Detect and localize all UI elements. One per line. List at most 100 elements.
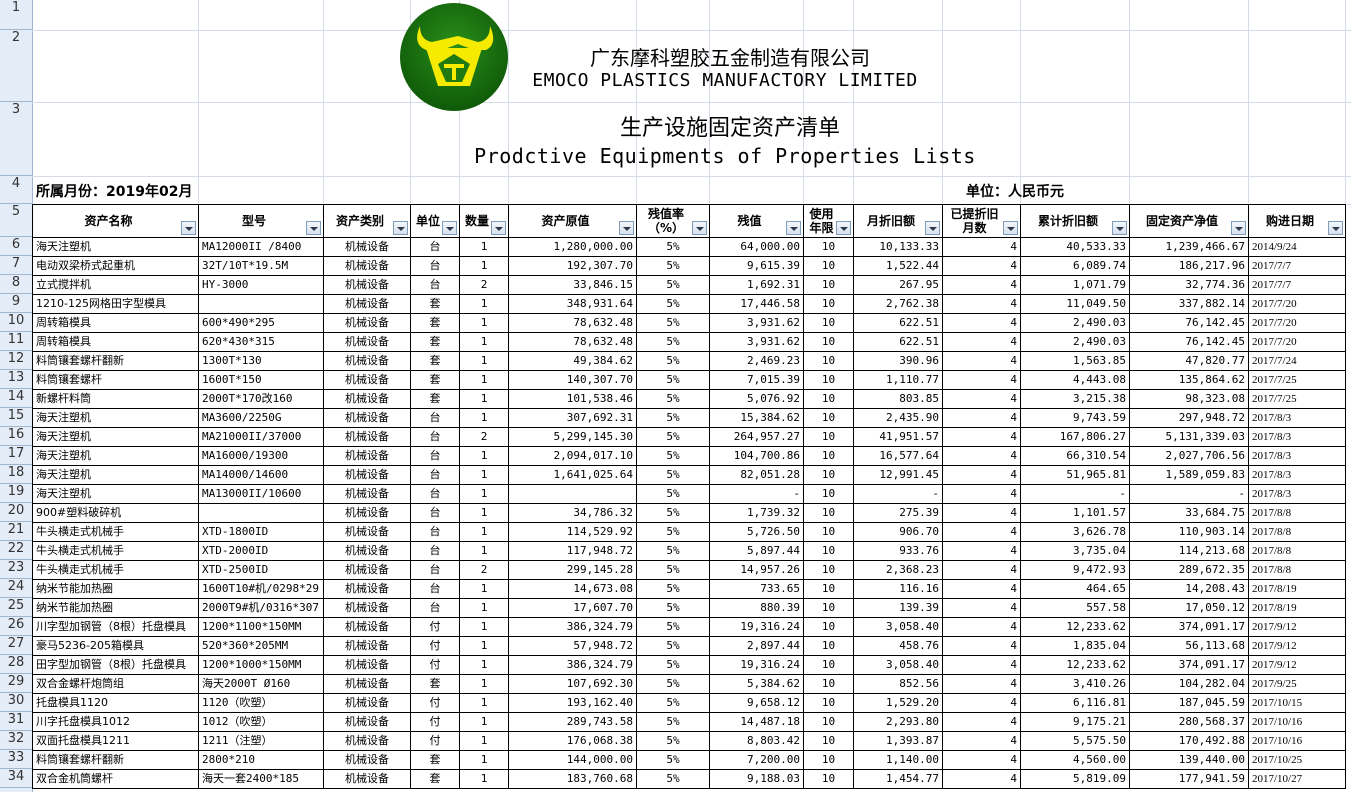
table-cell[interactable]: 116.16	[853, 579, 943, 599]
table-cell[interactable]: 4	[942, 484, 1021, 504]
table-cell[interactable]: 11,049.50	[1020, 294, 1130, 314]
table-cell[interactable]: 1	[459, 237, 509, 257]
table-cell[interactable]: 3,058.40	[853, 617, 943, 637]
table-cell[interactable]: 4	[942, 560, 1021, 580]
table-cell[interactable]: 机械设备	[323, 446, 411, 466]
table-cell[interactable]: 374,091.17	[1129, 617, 1249, 637]
table-cell[interactable]: 台	[410, 465, 460, 485]
table-cell[interactable]: 4	[942, 408, 1021, 428]
table-cell[interactable]: 台	[410, 560, 460, 580]
table-cell[interactable]: 5%	[636, 427, 710, 447]
table-cell[interactable]: 5%	[636, 769, 710, 789]
table-cell[interactable]: 177,941.59	[1129, 769, 1249, 789]
table-cell[interactable]: 114,213.68	[1129, 541, 1249, 561]
table-cell[interactable]: 4	[942, 313, 1021, 333]
table-cell[interactable]: 川字托盘模具1012	[32, 712, 199, 732]
table-cell[interactable]: 4	[942, 636, 1021, 656]
table-cell[interactable]: 台	[410, 275, 460, 295]
table-cell[interactable]: 307,692.31	[508, 408, 637, 428]
table-cell[interactable]: 3,215.38	[1020, 389, 1130, 409]
table-cell[interactable]: 机械设备	[323, 256, 411, 276]
table-cell[interactable]: 机械设备	[323, 351, 411, 371]
table-cell[interactable]: 料筒镶套螺杆翻新	[32, 750, 199, 770]
table-cell[interactable]: -	[1129, 484, 1249, 504]
table-cell[interactable]: 1	[459, 769, 509, 789]
table-cell[interactable]: 套	[410, 674, 460, 694]
table-cell[interactable]: 机械设备	[323, 275, 411, 295]
table-cell[interactable]: 台	[410, 446, 460, 466]
table-cell[interactable]: 1200*1000*150MM	[198, 655, 324, 675]
table-cell[interactable]: 622.51	[853, 313, 943, 333]
table-cell[interactable]: 4	[942, 731, 1021, 751]
table-cell[interactable]: -	[709, 484, 804, 504]
table-cell[interactable]: 600*490*295	[198, 313, 324, 333]
table-cell[interactable]: 17,050.12	[1129, 598, 1249, 618]
table-cell[interactable]: 1	[459, 389, 509, 409]
table-cell[interactable]: 机械设备	[323, 750, 411, 770]
table-cell[interactable]: 豪马5236-205箱模具	[32, 636, 199, 656]
table-cell[interactable]: 2017/7/20	[1248, 313, 1346, 333]
table-cell[interactable]: 5,299,145.30	[508, 427, 637, 447]
table-cell[interactable]: 1210-125网格田字型模具	[32, 294, 199, 314]
table-cell[interactable]: 17,446.58	[709, 294, 804, 314]
table-cell[interactable]: 2017/8/3	[1248, 427, 1346, 447]
table-cell[interactable]: 6,116.81	[1020, 693, 1130, 713]
table-cell[interactable]: 10	[803, 446, 854, 466]
table-cell[interactable]: MA3600/2250G	[198, 408, 324, 428]
table-cell[interactable]: 5,131,339.03	[1129, 427, 1249, 447]
table-cell[interactable]: 4,443.08	[1020, 370, 1130, 390]
table-cell[interactable]: 264,957.27	[709, 427, 804, 447]
table-cell[interactable]: 2017/8/19	[1248, 579, 1346, 599]
table-cell[interactable]: 1	[459, 712, 509, 732]
table-cell[interactable]: 台	[410, 579, 460, 599]
filter-dropdown-icon[interactable]	[181, 221, 196, 235]
table-cell[interactable]: 套	[410, 351, 460, 371]
table-cell[interactable]: 557.58	[1020, 598, 1130, 618]
table-cell[interactable]: 2017/7/7	[1248, 275, 1346, 295]
table-cell[interactable]: 付	[410, 731, 460, 751]
table-cell[interactable]: 机械设备	[323, 237, 411, 257]
table-cell[interactable]: 2017/10/27	[1248, 769, 1346, 789]
table-cell[interactable]: 机械设备	[323, 560, 411, 580]
table-cell[interactable]: 82,051.28	[709, 465, 804, 485]
table-cell[interactable]: 2017/8/8	[1248, 541, 1346, 561]
table-cell[interactable]: 付	[410, 636, 460, 656]
table-cell[interactable]: 10	[803, 427, 854, 447]
table-cell[interactable]: 10	[803, 712, 854, 732]
table-cell[interactable]: 33,684.75	[1129, 503, 1249, 523]
table-cell[interactable]: 托盘模具1120	[32, 693, 199, 713]
table-cell[interactable]: 海天注塑机	[32, 427, 199, 447]
table-cell[interactable]: 机械设备	[323, 769, 411, 789]
table-cell[interactable]: 机械设备	[323, 541, 411, 561]
table-cell[interactable]: 4	[942, 370, 1021, 390]
table-cell[interactable]: 78,632.48	[508, 332, 637, 352]
table-cell[interactable]: 10	[803, 294, 854, 314]
table-cell[interactable]: 5%	[636, 731, 710, 751]
table-cell[interactable]: 4	[942, 541, 1021, 561]
table-cell[interactable]: 2014/9/24	[1248, 237, 1346, 257]
table-cell[interactable]: 2017/8/3	[1248, 408, 1346, 428]
table-cell[interactable]: 4	[942, 446, 1021, 466]
table-cell[interactable]: 348,931.64	[508, 294, 637, 314]
table-cell[interactable]: 5%	[636, 693, 710, 713]
table-cell[interactable]: 套	[410, 332, 460, 352]
table-cell[interactable]: 803.85	[853, 389, 943, 409]
table-cell[interactable]: 5%	[636, 237, 710, 257]
table-cell[interactable]: 4	[942, 427, 1021, 447]
table-cell[interactable]: 1012（吹塑）	[198, 712, 324, 732]
filter-dropdown-icon[interactable]	[619, 221, 634, 235]
table-cell[interactable]: 1600T*150	[198, 370, 324, 390]
table-cell[interactable]: 2017/7/24	[1248, 351, 1346, 371]
table-cell[interactable]: 1,739.32	[709, 503, 804, 523]
table-cell[interactable]: 机械设备	[323, 712, 411, 732]
column-header[interactable]: 残值率（%）	[636, 204, 710, 238]
table-cell[interactable]: 料筒镶套螺杆	[32, 370, 199, 390]
table-cell[interactable]: 5%	[636, 750, 710, 770]
table-cell[interactable]: 12,233.62	[1020, 617, 1130, 637]
table-cell[interactable]: 海天一套2400*185	[198, 769, 324, 789]
table-cell[interactable]: 机械设备	[323, 674, 411, 694]
table-cell[interactable]: 1,589,059.83	[1129, 465, 1249, 485]
table-cell[interactable]: 464.65	[1020, 579, 1130, 599]
table-cell[interactable]: 1	[459, 294, 509, 314]
table-cell[interactable]: 台	[410, 541, 460, 561]
